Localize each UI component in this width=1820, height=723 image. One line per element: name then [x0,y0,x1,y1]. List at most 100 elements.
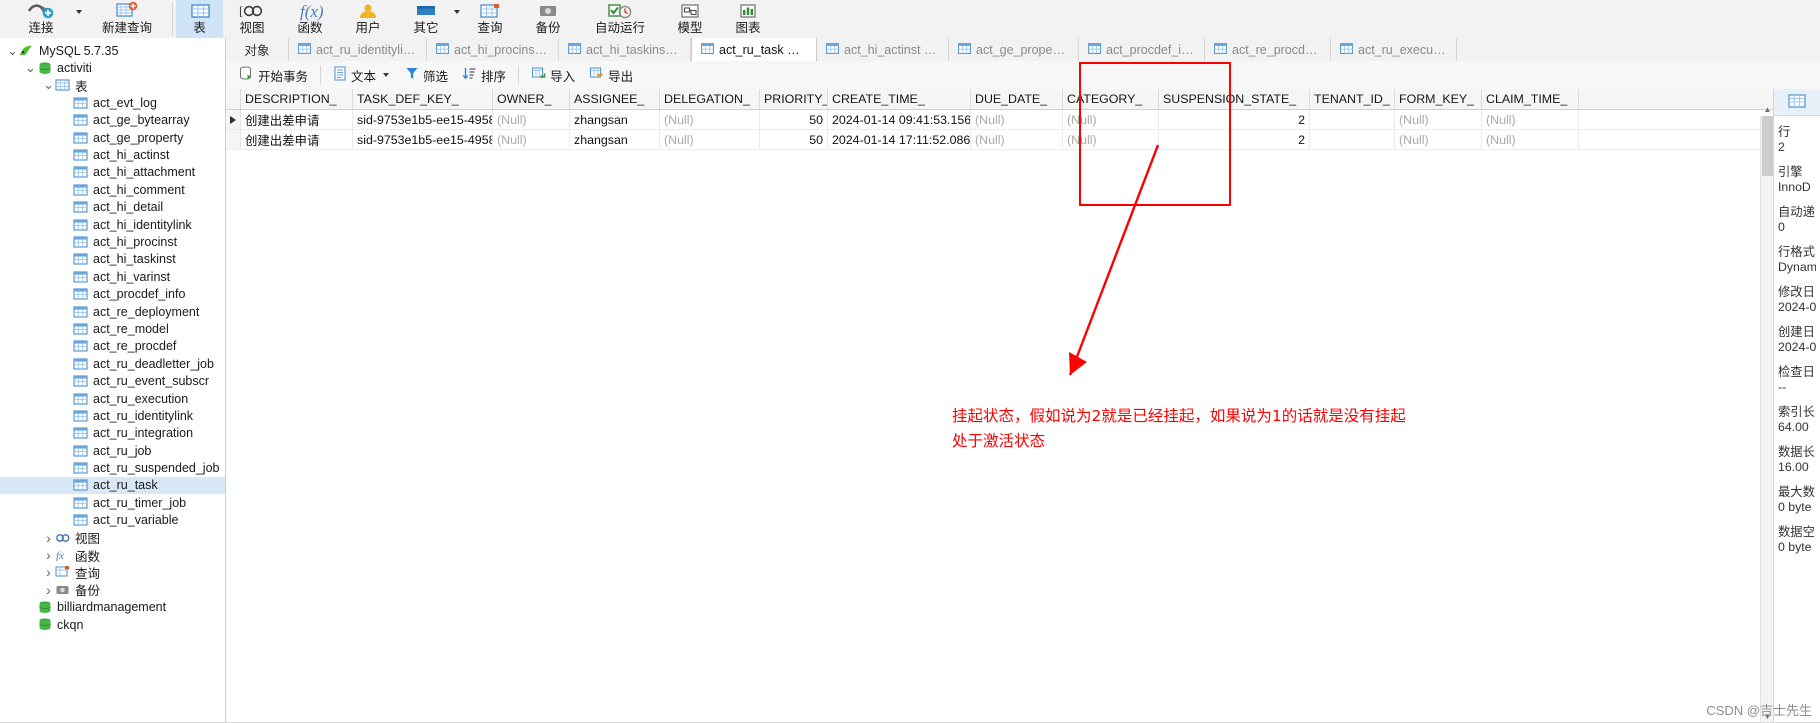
tree-item-act_hi_procinst[interactable]: act_hi_procinst [0,233,225,250]
grid-cell-description_[interactable]: 创建出差申请 [241,130,353,149]
grid-column-header-assignee_[interactable]: ASSIGNEE_ [570,89,660,109]
grid-column-header-delegation_[interactable]: DELEGATION_ [660,89,760,109]
navigation-sidebar[interactable]: ⌄ MySQL 5.7.35 ⌄ activiti ⌄ 表 act_evt_log act_g… [0,38,226,723]
grid-cell-tenant_id_[interactable] [1310,130,1395,149]
chevron-right-icon[interactable]: › [42,564,55,580]
tree-item-act_ru_job[interactable]: act_ru_job [0,442,225,459]
ribbon-button-automation[interactable]: 自动运行 [582,0,658,38]
grid-cell-create_time_[interactable]: 2024-01-14 17:11:52.086 [828,130,971,149]
ribbon-button-other[interactable]: 其它 [402,0,450,38]
grid-column-header-tenant_id_[interactable]: TENANT_ID_ [1310,89,1395,109]
tree-item-ckqn[interactable]: ckqn [0,616,225,633]
sort-button[interactable]: 排序 [455,64,513,87]
row-selector-cell[interactable] [226,110,241,129]
ribbon-connection-dropdown[interactable] [72,0,86,38]
grid-cell-claim_time_[interactable]: (Null) [1482,130,1579,149]
editor-tab-3[interactable]: act_ru_task @activiti ... [691,38,817,61]
tree-item-act_hi_varinst[interactable]: act_hi_varinst [0,268,225,285]
tree-item-[interactable]: ⌄ 表 [0,77,225,94]
grid-column-header-description_[interactable]: DESCRIPTION_ [241,89,353,109]
row-selector-cell[interactable] [226,130,241,149]
ribbon-other-dropdown[interactable] [450,0,464,38]
tree-item-act_hi_identitylink[interactable]: act_hi_identitylink [0,216,225,233]
ribbon-button-function[interactable]: f(x) 函数 [286,0,334,38]
grid-cell-tenant_id_[interactable] [1310,110,1395,129]
grid-cell-due_date_[interactable]: (Null) [971,130,1063,149]
grid-body[interactable]: 创建出差申请 sid-9753e1b5-ee15-4958- (Null) zhang… [226,110,1774,150]
tree-item-act_ge_property[interactable]: act_ge_property [0,129,225,146]
grid-header-row[interactable]: DESCRIPTION_ TASK_DEF_KEY_ OWNER_ ASSIGNEE_… [226,89,1774,110]
tree-item-act_ru_event_subscr[interactable]: act_ru_event_subscr [0,372,225,389]
ribbon-button-query[interactable]: 查询 [466,0,514,38]
editor-tab-6[interactable]: act_procdef_info @a... [1079,38,1205,61]
tree-item-activiti[interactable]: ⌄ activiti [0,59,225,76]
ribbon-button-backup[interactable]: 备份 [524,0,572,38]
tree-item-act_ge_bytearray[interactable]: act_ge_bytearray [0,112,225,129]
grid-cell-category_[interactable]: (Null) [1063,110,1159,129]
chevron-right-icon[interactable]: › [42,547,55,563]
chevron-right-icon[interactable]: › [42,582,55,598]
tree-item-[interactable]: › 备份 [0,581,225,599]
grid-cell-due_date_[interactable]: (Null) [971,110,1063,129]
tree-item-act_re_procdef[interactable]: act_re_procdef [0,338,225,355]
tree-item-act_ru_task[interactable]: act_ru_task [0,476,225,495]
grid-cell-owner_[interactable]: (Null) [493,110,570,129]
grid-cell-assignee_[interactable]: zhangsan [570,110,660,129]
grid-cell-create_time_[interactable]: 2024-01-14 09:41:53.156 [828,110,971,129]
tree-item-act_ru_identitylink[interactable]: act_ru_identitylink [0,407,225,424]
tree-item-act_re_model[interactable]: act_re_model [0,320,225,337]
grid-cell-task_def_key_[interactable]: sid-9753e1b5-ee15-4958- [353,130,493,149]
tree-item-act_ru_variable[interactable]: act_ru_variable [0,512,225,529]
grid-row[interactable]: 创建出差申请 sid-9753e1b5-ee15-4958- (Null) zhang… [226,110,1774,130]
chevron-down-icon[interactable]: ⌄ [42,78,55,91]
editor-tab-5[interactable]: act_ge_property @ac... [949,38,1079,61]
editor-tab-4[interactable]: act_hi_actinst @activi... [817,38,949,61]
ribbon-button-model[interactable]: 模型 [666,0,714,38]
grid-row[interactable]: 创建出差申请 sid-9753e1b5-ee15-4958- (Null) zhang… [226,130,1774,150]
tree-item-act_ru_suspended_job[interactable]: act_ru_suspended_job [0,459,225,476]
grid-cell-category_[interactable]: (Null) [1063,130,1159,149]
grid-vertical-scrollbar[interactable]: ▲ ▼ [1760,105,1774,723]
ribbon-button-chart[interactable]: 图表 [724,0,772,38]
tree-item-act_hi_attachment[interactable]: act_hi_attachment [0,164,225,181]
tab-objects[interactable]: 对象 [226,38,289,61]
grid-cell-suspension_state_[interactable]: 2 [1159,130,1310,149]
tree-item-act_hi_taskinst[interactable]: act_hi_taskinst [0,251,225,268]
tree-item-[interactable]: › 视图 [0,529,225,547]
tree-item-mysql5735[interactable]: ⌄ MySQL 5.7.35 [0,42,225,59]
chevron-right-icon[interactable]: › [42,530,55,546]
ribbon-button-connection[interactable]: 连接 [10,0,72,38]
grid-column-header-priority_[interactable]: PRIORITY_ [760,89,828,109]
ribbon-button-view[interactable]: [ 视图 [228,0,276,38]
ribbon-button-user[interactable]: 用户 [344,0,392,38]
grid-cell-task_def_key_[interactable]: sid-9753e1b5-ee15-4958- [353,110,493,129]
text-button[interactable]: 文本 [326,64,396,87]
grid-cell-priority_[interactable]: 50 [760,110,828,129]
editor-tab-7[interactable]: act_re_procdef @acti... [1205,38,1331,61]
export-button[interactable]: 导出 [582,64,640,87]
grid-cell-assignee_[interactable]: zhangsan [570,130,660,149]
grid-column-header-category_[interactable]: CATEGORY_ [1063,89,1159,109]
grid-column-header-form_key_[interactable]: FORM_KEY_ [1395,89,1482,109]
tree-item-act_ru_integration[interactable]: act_ru_integration [0,425,225,442]
grid-cell-owner_[interactable]: (Null) [493,130,570,149]
chevron-down-icon[interactable]: ⌄ [6,44,19,57]
editor-tab-8[interactable]: act_ru_execution @a... [1331,38,1457,61]
ribbon-button-table[interactable]: 表 [176,0,223,38]
ribbon-button-new-query[interactable]: 新建查询 [88,0,166,38]
object-tree[interactable]: ⌄ MySQL 5.7.35 ⌄ activiti ⌄ 表 act_evt_log act_g… [0,38,225,633]
grid-column-header-create_time_[interactable]: CREATE_TIME_ [828,89,971,109]
grid-cell-suspension_state_[interactable]: 2 [1159,110,1310,129]
grid-cell-form_key_[interactable]: (Null) [1395,110,1482,129]
tree-item-act_ru_timer_job[interactable]: act_ru_timer_job [0,494,225,511]
grid-column-header-task_def_key_[interactable]: TASK_DEF_KEY_ [353,89,493,109]
tree-item-act_hi_actinst[interactable]: act_hi_actinst [0,146,225,163]
chevron-down-icon[interactable]: ⌄ [24,61,37,74]
tree-item-act_ru_deadletter_job[interactable]: act_ru_deadletter_job [0,355,225,372]
editor-tab-0[interactable]: act_ru_identitylink @... [289,38,427,61]
scrollbar-thumb[interactable] [1762,116,1773,176]
editor-tab-strip[interactable]: 对象 act_ru_identitylink @... act_hi_procin… [226,38,1820,62]
import-button[interactable]: 导入 [524,64,582,87]
tree-item-act_ru_execution[interactable]: act_ru_execution [0,390,225,407]
chevron-down-icon[interactable] [383,73,390,77]
